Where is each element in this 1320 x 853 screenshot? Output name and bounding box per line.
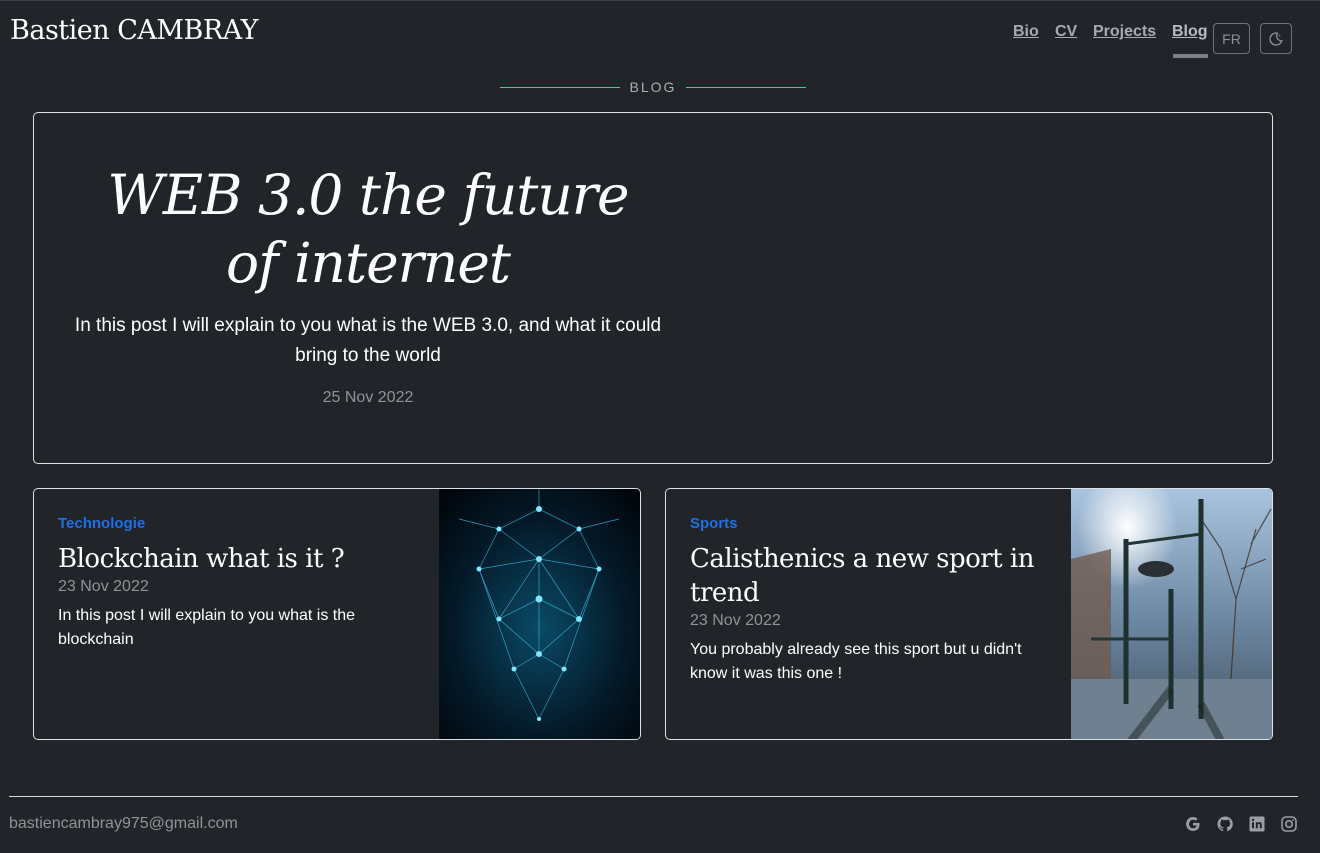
linkedin-icon[interactable] — [1248, 815, 1266, 833]
post-card[interactable]: Sports Calisthenics a new sport in trend… — [665, 488, 1273, 740]
post-thumbnail-network[interactable] — [439, 489, 640, 740]
post-title[interactable]: Calisthenics a new sport in trend — [690, 542, 1050, 610]
heading-line-left — [500, 86, 620, 88]
post-date: 23 Nov 2022 — [58, 578, 149, 595]
nav-link-cv[interactable]: CV — [1055, 23, 1077, 41]
section-heading: BLOG — [500, 77, 806, 97]
active-nav-indicator — [1173, 54, 1208, 58]
post-thumbnail-park[interactable] — [1071, 489, 1272, 740]
post-category[interactable]: Technologie — [58, 515, 418, 532]
nav-link-projects[interactable]: Projects — [1093, 23, 1156, 41]
heading-line-right — [686, 86, 806, 88]
featured-post-title[interactable]: WEB 3.0 the future of internet — [74, 161, 662, 297]
post-date: 23 Nov 2022 — [690, 612, 781, 629]
post-description: In this post I will explain to you what … — [58, 607, 356, 648]
post-title[interactable]: Blockchain what is it ? — [58, 542, 418, 576]
featured-post-description: In this post I will explain to you what … — [74, 315, 662, 366]
post-description: You probably already see this sport but … — [690, 641, 1022, 682]
nav-link-blog[interactable]: Blog — [1172, 23, 1208, 41]
featured-post-date: 25 Nov 2022 — [322, 389, 414, 406]
footer-divider — [9, 796, 1298, 797]
post-card[interactable]: Technologie Blockchain what is it ? 23 N… — [33, 488, 641, 740]
footer-email[interactable]: bastiencambray975@gmail.com — [9, 815, 238, 833]
post-category[interactable]: Sports — [690, 515, 1050, 532]
site-title[interactable]: Bastien CAMBRAY — [10, 15, 258, 46]
featured-post-card[interactable]: WEB 3.0 the future of internet In this p… — [33, 112, 1273, 464]
nav-link-bio[interactable]: Bio — [1013, 23, 1039, 41]
language-button[interactable]: FR — [1213, 23, 1250, 54]
section-heading-label: BLOG — [629, 79, 677, 95]
instagram-icon[interactable] — [1280, 815, 1298, 833]
theme-toggle-button[interactable] — [1260, 23, 1292, 54]
moon-icon — [1269, 31, 1283, 46]
google-icon[interactable] — [1184, 815, 1202, 833]
github-icon[interactable] — [1216, 815, 1234, 833]
